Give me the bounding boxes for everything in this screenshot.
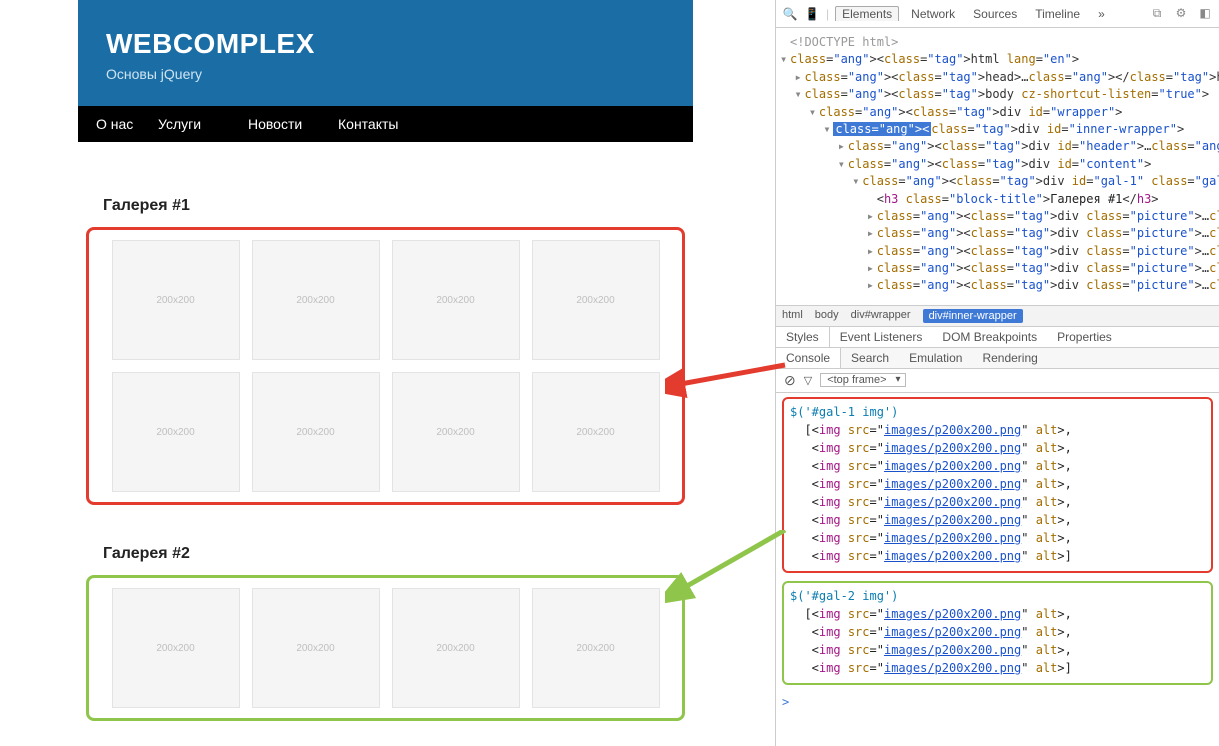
device-icon[interactable]: 📱 (804, 7, 820, 21)
dock-icon[interactable]: ◧ (1197, 6, 1213, 21)
picture[interactable]: 200x200 (392, 372, 520, 492)
gallery2: 200x200200x200200x200200x200 (86, 575, 685, 721)
picture[interactable]: 200x200 (112, 372, 240, 492)
site-subtitle: Основы jQuery (106, 66, 665, 82)
crumb-html[interactable]: html (782, 309, 803, 323)
tab-timeline[interactable]: Timeline (1029, 7, 1086, 21)
drawer-emulation[interactable]: Emulation (899, 348, 972, 368)
devtools-toolbar: 🔍 📱 | Elements Network Sources Timeline … (776, 0, 1219, 28)
inspect-icon[interactable]: 🔍 (782, 7, 798, 21)
console-controls: ⊘ ▽ <top frame> (776, 369, 1219, 393)
subtab-styles[interactable]: Styles (776, 327, 830, 347)
drawer-console[interactable]: Console (776, 348, 841, 368)
devtools-panel: 🔍 📱 | Elements Network Sources Timeline … (775, 0, 1219, 746)
picture[interactable]: 200x200 (252, 240, 380, 360)
clear-console-icon[interactable]: ⊘ (784, 372, 796, 389)
gear-icon[interactable]: ⚙ (1173, 6, 1189, 21)
subtab-dom-breakpoints[interactable]: DOM Breakpoints (932, 327, 1047, 347)
crumb-wrapper[interactable]: div#wrapper (851, 309, 911, 323)
drawer-tabs: Console Search Emulation Rendering (776, 348, 1219, 369)
drawer-rendering[interactable]: Rendering (972, 348, 1047, 368)
picture[interactable]: 200x200 (252, 588, 380, 708)
picture[interactable]: 200x200 (532, 240, 660, 360)
picture[interactable]: 200x200 (112, 588, 240, 708)
picture[interactable]: 200x200 (252, 372, 380, 492)
gallery1-title: Галерея #1 (103, 197, 693, 215)
picture[interactable]: 200x200 (532, 372, 660, 492)
subtab-properties[interactable]: Properties (1047, 327, 1122, 347)
picture[interactable]: 200x200 (532, 588, 660, 708)
site-title: WEBCOMPLEX (106, 28, 665, 60)
tab-network[interactable]: Network (905, 7, 961, 21)
picture[interactable]: 200x200 (392, 240, 520, 360)
console-prompt[interactable]: > (782, 693, 1213, 711)
console-group-1: $('#gal-1 img') [<img src="images/p200x2… (782, 397, 1213, 573)
subtab-event-listeners[interactable]: Event Listeners (830, 327, 933, 347)
drawer-search[interactable]: Search (841, 348, 899, 368)
nav-about[interactable]: О нас (78, 106, 158, 142)
console-toggle-icon[interactable]: ⧉ (1149, 6, 1165, 21)
console-output[interactable]: $('#gal-1 img') [<img src="images/p200x2… (776, 393, 1219, 715)
nav-contacts[interactable]: Контакты (338, 106, 428, 142)
nav-services[interactable]: Услуги (158, 106, 248, 142)
breadcrumb: html body div#wrapper div#inner-wrapper (776, 305, 1219, 327)
crumb-body[interactable]: body (815, 309, 839, 323)
picture[interactable]: 200x200 (392, 588, 520, 708)
console-group-2: $('#gal-2 img') [<img src="images/p200x2… (782, 581, 1213, 685)
tab-more[interactable]: » (1092, 7, 1111, 21)
nav-news[interactable]: Новости (248, 106, 338, 142)
tab-sources[interactable]: Sources (967, 7, 1023, 21)
page-header: WEBCOMPLEX Основы jQuery (78, 0, 693, 106)
rendered-page: WEBCOMPLEX Основы jQuery О нас Услуги Но… (0, 0, 775, 746)
gallery2-title: Галерея #2 (103, 545, 693, 563)
crumb-inner-wrapper[interactable]: div#inner-wrapper (923, 309, 1023, 323)
styles-tabs: Styles Event Listeners DOM Breakpoints P… (776, 327, 1219, 348)
gallery1: 200x200200x200200x200200x200200x200200x2… (86, 227, 685, 505)
tab-elements[interactable]: Elements (835, 6, 899, 21)
picture[interactable]: 200x200 (112, 240, 240, 360)
frame-selector[interactable]: <top frame> (820, 373, 905, 387)
dom-tree[interactable]: <!DOCTYPE html>▾class="ang"><class="tag"… (776, 28, 1219, 305)
filter-icon[interactable]: ▽ (804, 374, 812, 387)
main-nav: О нас Услуги Новости Контакты (78, 106, 693, 142)
